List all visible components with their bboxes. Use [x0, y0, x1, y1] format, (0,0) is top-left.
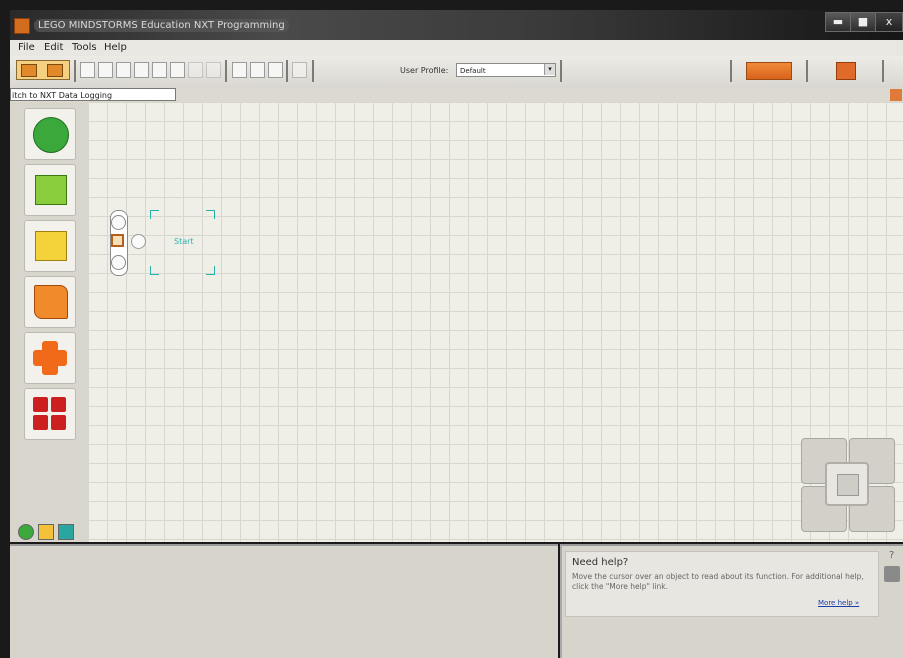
menu-tools[interactable]: Tools — [72, 42, 97, 53]
complete-palette-tab-icon[interactable] — [38, 524, 54, 540]
toolbar-separator — [560, 60, 562, 82]
grid-icon-cell — [51, 415, 66, 430]
pointer-icon[interactable] — [232, 62, 247, 78]
plus-icon-bar — [33, 350, 67, 366]
help-box: Need help? Move the cursor over an objec… — [565, 551, 879, 617]
grid-icon-cell — [33, 415, 48, 430]
app-icon — [14, 18, 30, 34]
configuration-panel — [10, 544, 558, 658]
redo-icon[interactable] — [206, 62, 221, 78]
switch-tooltip: itch to NXT Data Logging — [10, 88, 176, 101]
datalog-mode-icon — [47, 64, 63, 77]
toolbar-separator — [225, 60, 227, 82]
maximize-button[interactable]: ■ — [850, 12, 876, 32]
start-slot-corner — [150, 210, 159, 219]
palette-tabs — [10, 520, 88, 542]
sensor-icon — [34, 285, 68, 319]
start-point-icon[interactable] — [111, 234, 124, 247]
palette-flow-block[interactable] — [24, 332, 76, 384]
new-icon[interactable] — [80, 62, 95, 78]
toolbar-separator — [312, 60, 314, 82]
user-profile-select[interactable]: Default — [456, 63, 556, 77]
sequence-connector[interactable] — [111, 215, 126, 230]
toolbar-separator — [730, 60, 732, 82]
block-palette — [10, 102, 89, 542]
help-text: Move the cursor over an object to read a… — [572, 572, 864, 591]
start-slot-corner — [206, 210, 215, 219]
download-icon[interactable] — [836, 62, 856, 80]
menu-edit[interactable]: Edit — [44, 42, 63, 53]
menu-file[interactable]: File — [18, 42, 35, 53]
sequence-plug[interactable] — [131, 234, 146, 249]
play-button[interactable] — [825, 462, 869, 506]
comment-icon[interactable] — [268, 62, 283, 78]
palette-move-block[interactable] — [24, 164, 76, 216]
more-help-link[interactable]: More help » — [818, 599, 859, 607]
toolbar-separator — [286, 60, 288, 82]
play-icon — [837, 474, 859, 496]
grid-icon-cell — [51, 397, 66, 412]
toolbar: User Profile: Default ▾ — [10, 56, 903, 89]
common-palette-tab-icon[interactable] — [18, 524, 34, 540]
save-icon[interactable] — [116, 62, 131, 78]
program-mode-icon — [21, 64, 37, 77]
start-circle-icon — [33, 117, 69, 153]
custom-palette-tab-icon[interactable] — [58, 524, 74, 540]
undo-icon[interactable] — [188, 62, 203, 78]
help-question-icon[interactable]: ? — [889, 550, 901, 564]
minimize-button[interactable]: ▬ — [825, 12, 851, 32]
arrow-up-icon — [35, 231, 67, 261]
toolbar-separator — [882, 60, 884, 82]
paste-icon[interactable] — [170, 62, 185, 78]
sequence-connector[interactable] — [111, 255, 126, 270]
palette-action-block[interactable] — [24, 220, 76, 272]
start-slot-corner — [206, 266, 215, 275]
program-canvas[interactable]: Start — [88, 102, 903, 542]
tab-strip: itch to NXT Data Logging — [10, 88, 903, 102]
nxt-controller — [801, 438, 895, 532]
menu-help[interactable]: Help — [104, 42, 127, 53]
toolbar-separator — [74, 60, 76, 82]
palette-common-blocks[interactable] — [24, 108, 76, 160]
toolbar-separator — [806, 60, 808, 82]
palette-complete-palette[interactable] — [24, 388, 76, 440]
cut-icon[interactable] — [134, 62, 149, 78]
switch-mode-button[interactable] — [16, 60, 70, 80]
nxt-window-icon[interactable] — [746, 62, 792, 80]
copy-icon[interactable] — [152, 62, 167, 78]
arrow-up-icon — [35, 175, 67, 205]
help-title: Need help? — [572, 557, 629, 568]
pan-icon[interactable] — [250, 62, 265, 78]
open-icon[interactable] — [98, 62, 113, 78]
help-scroll-button[interactable] — [884, 566, 900, 582]
user-profile-label: User Profile: — [400, 66, 449, 75]
chevron-down-icon[interactable]: ▾ — [544, 64, 555, 75]
close-button[interactable]: x — [875, 12, 903, 32]
palette-sensor-block[interactable] — [24, 276, 76, 328]
start-label: Start — [174, 237, 194, 246]
window-title: LEGO MINDSTORMS Education NXT Programmin… — [34, 19, 289, 32]
title-bar: LEGO MINDSTORMS Education NXT Programmin… — [10, 10, 903, 40]
start-slot-corner — [150, 266, 159, 275]
grid-icon — [33, 397, 48, 412]
menu-bar: File Edit Tools Help — [10, 40, 903, 56]
custom-palette-icon[interactable] — [292, 62, 307, 78]
close-tab-icon[interactable] — [890, 89, 902, 101]
